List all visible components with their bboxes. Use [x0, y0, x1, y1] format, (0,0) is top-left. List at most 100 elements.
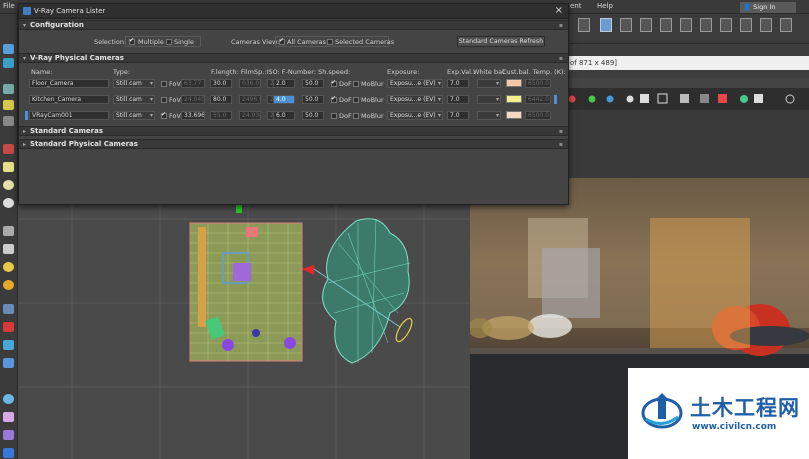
stop-icon[interactable] — [3, 144, 14, 154]
alpha-channel-icon — [626, 95, 634, 103]
all-cameras-checkbox[interactable] — [279, 37, 285, 45]
standard-cameras-refresh-button[interactable]: Standard Cameras Refresh — [457, 36, 545, 47]
menu-item-file[interactable]: File — [3, 2, 15, 10]
red-channel-icon — [568, 95, 576, 103]
display-icon[interactable] — [3, 394, 14, 404]
fov-field[interactable]: 63.77 — [181, 79, 205, 88]
close-icon[interactable]: × — [555, 5, 563, 17]
f-number-field[interactable]: 2.0 — [273, 79, 295, 88]
exposure-dropdown[interactable]: Exposu...e (EV) — [387, 79, 443, 88]
shutter-speed-field[interactable]: 50.0 — [302, 79, 324, 88]
camera-name-field[interactable]: VRayCam001 — [29, 111, 109, 120]
single-checkbox[interactable] — [166, 39, 172, 45]
menu-item-help[interactable]: Help — [597, 2, 613, 10]
temperature-field[interactable]: 6442.0 — [525, 95, 551, 104]
modify-icon[interactable] — [3, 58, 14, 68]
motion-blur-checkbox[interactable] — [353, 113, 359, 119]
render-icon[interactable] — [620, 18, 632, 32]
focal-length-field[interactable]: 55.0 — [210, 111, 232, 120]
box-icon[interactable] — [3, 162, 14, 172]
fov-field[interactable]: 33.696 — [181, 111, 205, 120]
camera-name-field[interactable]: Kitchen_Camera — [29, 95, 109, 104]
exposure-value-field[interactable]: 7.0 — [447, 111, 469, 120]
curve-editor-icon[interactable] — [680, 18, 692, 32]
white-balance-dropdown[interactable] — [477, 95, 501, 104]
camera-type-dropdown[interactable]: Still cam — [113, 79, 155, 88]
camera-type-dropdown[interactable]: Still cam — [113, 111, 155, 120]
white-balance-dropdown[interactable] — [477, 111, 501, 120]
camera-type-dropdown[interactable]: Still cam — [113, 95, 155, 104]
dof-checkbox[interactable] — [331, 113, 337, 119]
exposure-dropdown[interactable]: Exposu...e (EV) — [387, 111, 443, 120]
geosphere-icon[interactable] — [3, 198, 14, 208]
white-balance-dropdown[interactable] — [477, 79, 501, 88]
rollout-standard-cameras[interactable]: ▸ Standard Cameras ▪ — [19, 126, 568, 136]
film-gate-field[interactable]: 2496.0 — [239, 95, 261, 104]
render-frame-icon[interactable] — [600, 18, 612, 32]
fov-checkbox[interactable] — [161, 111, 167, 119]
rollout-vray-physical-cameras[interactable]: ▾ V-Ray Physical Cameras ▪ — [19, 53, 568, 63]
render-setup-icon[interactable] — [578, 18, 590, 32]
scene-explorer-icon[interactable] — [3, 430, 14, 440]
selected-cameras-label: Selected Cameras — [335, 38, 395, 46]
sign-in-button[interactable]: 👤 Sign In — [740, 2, 796, 13]
fov-checkbox[interactable] — [161, 97, 167, 103]
activeshade-icon[interactable] — [760, 18, 772, 32]
render-iterative-icon[interactable] — [740, 18, 752, 32]
top-viewport[interactable] — [18, 203, 470, 459]
focal-length-field[interactable]: 30.0 — [210, 79, 232, 88]
spacewarp-icon[interactable] — [3, 322, 14, 332]
shutter-speed-field[interactable]: 50.0 — [302, 95, 324, 104]
dialog-titlebar[interactable]: V-Ray Camera Lister × — [19, 4, 568, 19]
focal-length-field[interactable]: 80.0 — [210, 95, 232, 104]
cylinder-icon[interactable] — [3, 226, 14, 236]
dof-checkbox[interactable] — [331, 95, 337, 103]
motion-blur-checkbox[interactable] — [353, 81, 359, 87]
hierarchy-icon[interactable] — [3, 84, 14, 94]
utilities-icon[interactable] — [3, 412, 14, 422]
sun-icon[interactable] — [3, 262, 14, 272]
motion-blur-label: MoBlur — [361, 96, 384, 104]
f-number-field[interactable]: 4.0 — [273, 95, 295, 104]
cone-icon[interactable] — [3, 244, 14, 254]
teapot-render-icon[interactable] — [720, 18, 732, 32]
temperature-field[interactable]: 6500.0 — [525, 79, 551, 88]
create-icon[interactable] — [3, 44, 14, 54]
rollout-standard-physical-cameras[interactable]: ▸ Standard Physical Cameras ▪ — [19, 139, 568, 149]
systems-icon[interactable] — [3, 340, 14, 350]
exposure-value-field[interactable]: 7.0 — [447, 79, 469, 88]
motion-icon[interactable] — [3, 358, 14, 368]
f-number-field[interactable]: 6.0 — [273, 111, 295, 120]
fov-checkbox[interactable] — [161, 81, 167, 87]
row-selection-marker — [25, 111, 28, 120]
exposure-dropdown[interactable]: Exposu...e (EV) — [387, 95, 443, 104]
film-gate-field[interactable]: 24.934 — [239, 111, 261, 120]
vray-toolbar-icon[interactable] — [3, 448, 14, 458]
rollout-configuration[interactable]: ▾ Configuration ▪ — [19, 20, 568, 30]
single-label: Single — [174, 38, 194, 46]
rollout-pin-icon: ▪ — [558, 128, 563, 135]
camera-icon[interactable] — [3, 116, 14, 126]
temperature-field[interactable]: 6500.0 — [525, 111, 551, 120]
helper-icon[interactable] — [3, 304, 14, 314]
vray-frame-buffer-icon[interactable] — [780, 18, 792, 32]
fov-field[interactable]: 24.040 — [181, 95, 205, 104]
material-editor-icon[interactable] — [640, 18, 652, 32]
multiple-checkbox[interactable] — [129, 37, 135, 45]
schematic-view-icon[interactable] — [700, 18, 712, 32]
sphere-icon[interactable] — [3, 180, 14, 190]
shutter-speed-field[interactable]: 50.0 — [302, 111, 324, 120]
film-gate-field[interactable]: 036.0 — [239, 79, 261, 88]
camera-name-field[interactable]: Floor_Camera — [29, 79, 109, 88]
selected-cameras-checkbox[interactable] — [327, 39, 333, 45]
white-balance-swatch[interactable] — [506, 111, 522, 119]
menu-item-content[interactable]: ent — [570, 2, 582, 10]
light-icon[interactable] — [3, 100, 14, 110]
omni-light-icon[interactable] — [3, 280, 14, 290]
exposure-value-field[interactable]: 7.0 — [447, 95, 469, 104]
white-balance-swatch[interactable] — [506, 95, 522, 103]
layer-manager-icon[interactable] — [660, 18, 672, 32]
white-balance-swatch[interactable] — [506, 79, 522, 87]
dof-checkbox[interactable] — [331, 79, 337, 87]
motion-blur-checkbox[interactable] — [353, 97, 359, 103]
